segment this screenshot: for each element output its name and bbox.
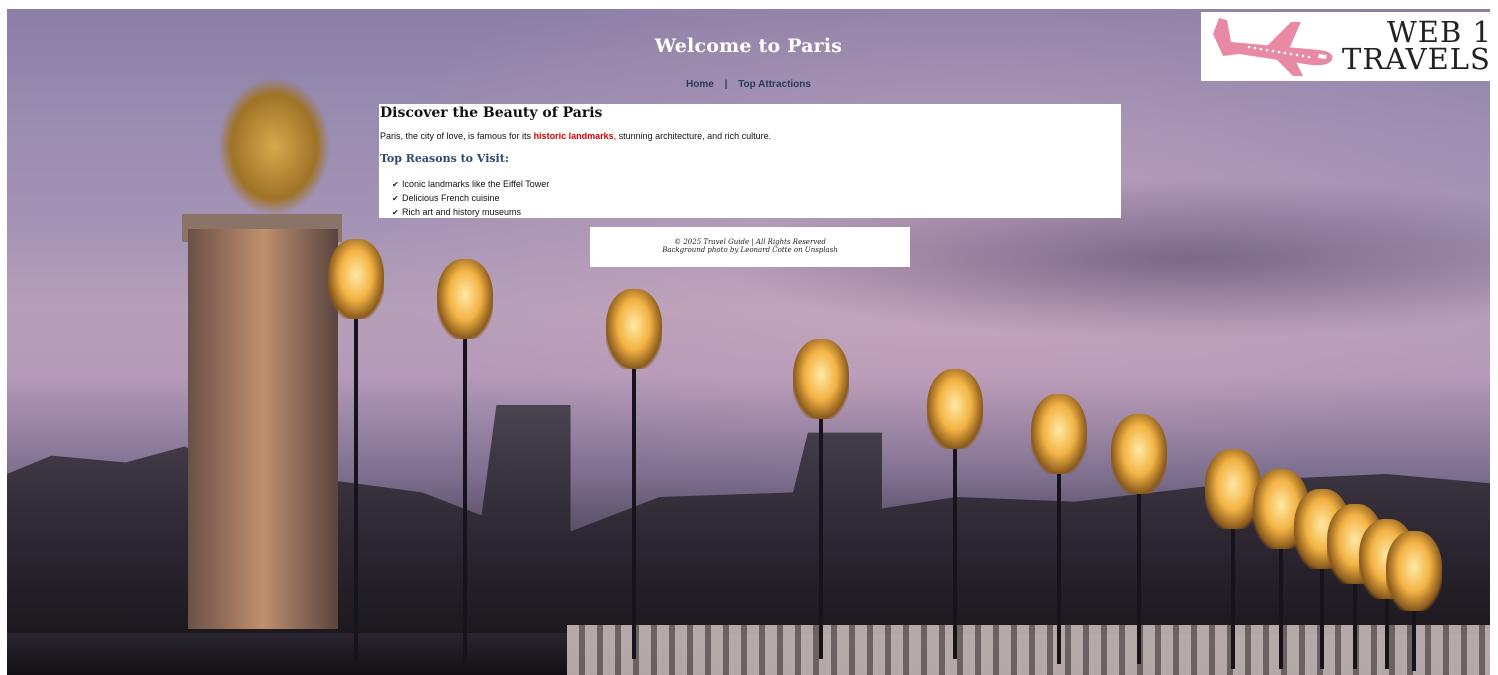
background-street-lamp [1205, 449, 1261, 669]
checkmark-icon: ✔ [392, 194, 399, 203]
background-street-lamp [1327, 504, 1383, 669]
page-background: Welcome to Paris Home | Top Attractions [7, 9, 1490, 675]
background-street-lamp [1253, 469, 1309, 669]
list-item-text: Iconic landmarks like the Eiffel Tower [402, 179, 550, 189]
footer-photo-credit: Background photo by Leonard Cotte on Uns… [662, 246, 838, 254]
main-content-card: Discover the Beauty of Paris Paris, the … [379, 104, 1121, 218]
background-bridge-railing [567, 625, 1490, 675]
site-footer: © 2025 Travel Guide | All Rights Reserve… [590, 227, 910, 267]
background-pillar [188, 229, 338, 629]
nav-link-home[interactable]: Home [686, 79, 714, 90]
background-street-lamp [1031, 394, 1087, 664]
airplane-icon [1213, 18, 1333, 76]
background-street-lamp [328, 239, 384, 669]
section-heading: Discover the Beauty of Paris [380, 105, 603, 121]
list-item: ✔ Rich art and history museums [392, 205, 549, 219]
list-item-text: Rich art and history museums [402, 207, 522, 217]
background-street-lamp [927, 369, 983, 659]
background-street-lamp [1359, 519, 1415, 669]
footer-copyright: © 2025 Travel Guide | All Rights Reserve… [674, 238, 826, 246]
nav-separator: | [724, 79, 728, 90]
intro-text-start: Paris, the city of love, is famous for i… [380, 131, 534, 141]
logo-text-line2: TRAVELS [1342, 42, 1490, 76]
list-item: ✔ Delicious French cuisine [392, 191, 549, 205]
checkmark-icon: ✔ [392, 208, 399, 217]
background-street-lamp [1111, 414, 1167, 664]
background-golden-statue [219, 79, 329, 214]
checkmark-icon: ✔ [392, 180, 399, 189]
intro-highlight: historic landmarks [533, 131, 614, 141]
background-street-lamp [793, 339, 849, 659]
list-item-text: Delicious French cuisine [402, 193, 500, 203]
nav-link-top-attractions[interactable]: Top Attractions [738, 79, 811, 90]
intro-paragraph: Paris, the city of love, is famous for i… [380, 131, 771, 141]
site-logo[interactable]: WEB 110 TRAVELS [1201, 12, 1490, 81]
list-item: ✔ Iconic landmarks like the Eiffel Tower [392, 177, 549, 191]
reasons-subheading: Top Reasons to Visit: [380, 152, 509, 165]
background-street-lamp [1294, 489, 1350, 669]
reasons-list: ✔ Iconic landmarks like the Eiffel Tower … [392, 177, 549, 219]
background-street-lamp [1386, 531, 1442, 671]
background-street-lamp [606, 289, 662, 659]
background-street-lamp [437, 259, 493, 669]
intro-text-end: , stunning architecture, and rich cultur… [613, 131, 772, 141]
